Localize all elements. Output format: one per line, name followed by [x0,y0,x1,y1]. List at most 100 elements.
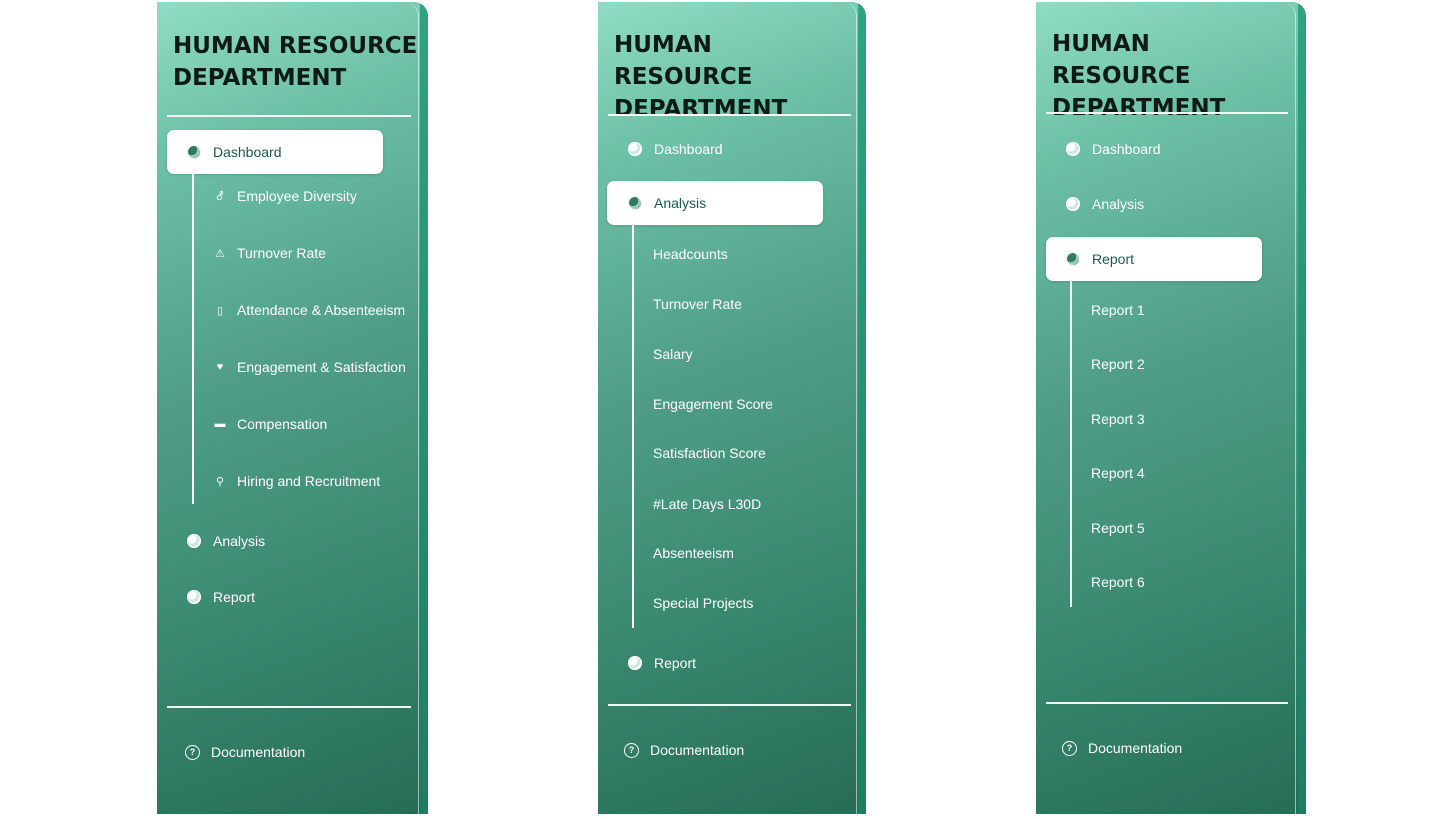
submenu-turnover-rate[interactable]: ⚠ Turnover Rate [213,245,326,261]
documentation-link[interactable]: ? Documentation [1062,740,1182,756]
title-line-1: HUMAN RESOURCE [173,33,418,59]
submenu-headcounts[interactable]: Headcounts [653,246,728,262]
divider-top [608,114,851,116]
submenu-turnover-rate[interactable]: Turnover Rate [653,296,742,312]
globe-icon [628,656,642,670]
nav-item-report[interactable]: Report [1046,237,1262,281]
nav-label: Report [654,655,697,671]
submenu-report-1[interactable]: Report 1 [1091,302,1145,318]
sidebar-panel-analysis: HUMAN RESOURCE DEPARTMENT Dashboard Anal… [598,2,866,814]
calendar-icon: ▯ [216,304,224,317]
page-title: HUMAN RESOURCE DEPARTMENT [614,29,856,125]
divider-bottom [1046,702,1288,704]
nav-item-dashboard[interactable]: Dashboard [1066,141,1161,157]
submenu-hiring[interactable]: ⚲ Hiring and Recruitment [213,473,380,489]
documentation-link[interactable]: ? Documentation [624,742,744,758]
help-circle-icon: ? [185,744,200,760]
submenu-report-4[interactable]: Report 4 [1091,465,1145,481]
globe-icon [187,590,201,604]
submenu-compensation[interactable]: ▬ Compensation [213,416,328,432]
submenu-line [632,225,634,628]
globe-icon [628,142,642,156]
title-line-2: DEPARTMENT [173,65,347,91]
help-circle-icon: ? [624,742,639,758]
nav-label: Dashboard [654,141,723,157]
documentation-label: Documentation [650,742,745,758]
documentation-link[interactable]: ? Documentation [185,744,305,760]
submenu-label: Report 1 [1091,302,1145,318]
nav-item-analysis[interactable]: Analysis [1066,196,1144,212]
submenu-line [1070,281,1072,607]
divider-bottom [167,706,411,708]
documentation-label: Documentation [1088,740,1183,756]
nav-label: Report [213,589,256,605]
submenu-attendance[interactable]: ▯ Attendance & Absenteeism [213,302,405,318]
submenu-label: Headcounts [653,246,728,262]
submenu-line [192,174,194,504]
globe-icon [1066,252,1080,266]
submenu-label: Turnover Rate [237,245,326,261]
submenu-label: Absenteeism [653,545,734,561]
submenu-report-3[interactable]: Report 3 [1091,411,1145,427]
submenu-label: Employee Diversity [237,188,357,204]
submenu-label: Engagement & Satisfaction [237,359,406,375]
divider-top [167,115,411,117]
search-icon: ⚲ [215,475,225,488]
nav-item-report[interactable]: Report [187,589,255,605]
submenu-report-6[interactable]: Report 6 [1091,574,1145,590]
nav-label: Analysis [1092,196,1145,212]
nav-label: Dashboard [213,144,282,160]
globe-icon [1066,142,1080,156]
globe-icon [628,196,642,210]
nav-label: Analysis [213,533,266,549]
nav-label: Report [1092,251,1135,267]
panel-frame: HUMAN RESOURCE DEPARTMENT Dashboard Anal… [598,2,857,814]
submenu-engagement[interactable]: ♥ Engagement & Satisfaction [213,359,406,375]
submenu-satisfaction-score[interactable]: Satisfaction Score [653,445,766,461]
submenu-label: Report 6 [1091,574,1145,590]
page-title: HUMAN RESOURCE DEPARTMENT [173,30,417,94]
submenu-label: Satisfaction Score [653,445,766,461]
submenu-employee-diversity[interactable]: ⚦ Employee Diversity [213,188,357,204]
panel-frame: HUMAN RESOURCE DEPARTMENT Dashboard ⚦ Emp… [157,2,419,814]
submenu-label: Report 5 [1091,520,1145,536]
sidebar-panel-report: HUMAN RESOURCE DEPARTMENT Dashboard Anal… [1036,2,1306,814]
title-line-1: HUMAN RESOURCE [614,32,753,90]
submenu-label: Engagement Score [653,396,773,412]
sidebar-panel-dashboard: HUMAN RESOURCE DEPARTMENT Dashboard ⚦ Emp… [157,2,428,814]
submenu-label: Special Projects [653,595,754,611]
nav-label: Dashboard [1092,141,1161,157]
nav-label: Analysis [654,195,707,211]
divider-bottom [608,704,851,706]
submenu-report-2[interactable]: Report 2 [1091,356,1145,372]
globe-icon [1066,197,1080,211]
help-circle-icon: ? [1062,740,1077,756]
nav-item-report[interactable]: Report [628,655,696,671]
card-icon: ▬ [214,418,226,430]
submenu-engagement-score[interactable]: Engagement Score [653,396,773,412]
divider-top [1046,112,1288,114]
submenu-label: Compensation [237,416,328,432]
submenu-label: Report 2 [1091,356,1145,372]
submenu-label: Report 3 [1091,411,1145,427]
submenu-salary[interactable]: Salary [653,346,693,362]
submenu-label: Report 4 [1091,465,1145,481]
globe-icon [187,534,201,548]
submenu-special-projects[interactable]: Special Projects [653,595,753,611]
globe-icon [187,145,201,159]
title-line-1: HUMAN RESOURCE [1052,31,1191,89]
title-line-2: DEPARTMENT [1052,95,1226,121]
submenu-report-5[interactable]: Report 5 [1091,520,1145,536]
gender-icon: ⚦ [215,190,225,203]
warning-icon: ⚠ [215,247,225,260]
nav-item-dashboard[interactable]: Dashboard [167,130,383,174]
submenu-label: Turnover Rate [653,296,742,312]
nav-item-analysis[interactable]: Analysis [607,181,823,225]
nav-item-dashboard[interactable]: Dashboard [628,141,723,157]
submenu-late-days[interactable]: #Late Days L30D [653,496,761,512]
submenu-absenteeism[interactable]: Absenteeism [653,545,734,561]
nav-item-analysis[interactable]: Analysis [187,533,265,549]
submenu-label: Salary [653,346,693,362]
submenu-label: Attendance & Absenteeism [237,302,406,318]
title-line-2: DEPARTMENT [614,96,788,122]
